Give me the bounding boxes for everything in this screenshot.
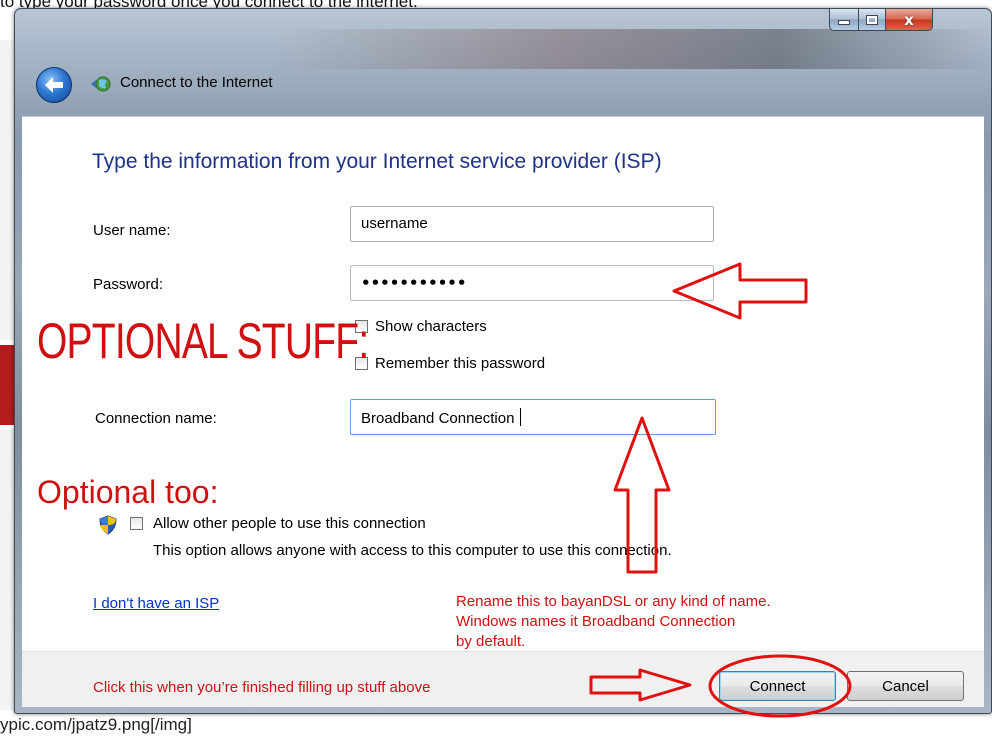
connection-name-field[interactable]: Broadband Connection <box>350 399 716 435</box>
close-icon: x <box>904 10 914 29</box>
password-label: Password: <box>93 276 164 293</box>
password-field-value: ••••••••••• <box>361 274 467 292</box>
annotation-optional-stuff: OPTIONAL STUFF: <box>37 313 369 369</box>
show-characters-label: Show characters <box>375 318 487 335</box>
minimize-button[interactable] <box>829 9 859 31</box>
network-globe-icon <box>91 76 111 92</box>
wizard-title: Connect to the Internet <box>120 74 273 91</box>
no-isp-link[interactable]: I don't have an ISP <box>93 595 219 612</box>
annotation-click-hint: Click this when you’re finished filling … <box>93 679 431 696</box>
cancel-button[interactable]: Cancel <box>847 671 964 701</box>
password-field[interactable]: ••••••••••• <box>350 265 714 301</box>
username-field[interactable]: username <box>350 206 714 242</box>
connection-name-field-value: Broadband Connection <box>361 410 515 427</box>
maximize-icon <box>866 14 878 25</box>
connect-button[interactable]: Connect <box>719 671 836 701</box>
annotation-rename-line: Rename this to bayanDSL or any kind of n… <box>456 593 771 610</box>
maximize-button[interactable] <box>858 9 886 31</box>
remember-password-label: Remember this password <box>375 355 546 372</box>
username-label: User name: <box>93 222 171 239</box>
wizard-content-panel <box>22 116 984 652</box>
annotation-optional-too: Optional too: <box>37 474 219 510</box>
back-button[interactable] <box>36 67 72 103</box>
username-field-value: username <box>361 215 428 232</box>
window-frame-decoration <box>275 29 992 69</box>
connection-name-label: Connection name: <box>95 410 217 427</box>
minimize-icon <box>838 20 850 25</box>
annotation-rename-line: by default. <box>456 633 526 650</box>
annotation-rename-line: Windows names it Broadband Connection <box>456 613 736 630</box>
page-heading: Type the information from your Internet … <box>92 150 662 173</box>
uac-shield-icon <box>99 515 117 535</box>
back-arrow-icon <box>45 77 63 93</box>
allow-others-description: This option allows anyone with access to… <box>153 542 672 559</box>
allow-others-label: Allow other people to use this connectio… <box>153 515 426 532</box>
annotation-rename-hint: Rename this to bayanDSL or any kind of n… <box>456 592 771 652</box>
text-caret <box>520 408 522 426</box>
close-button[interactable]: x <box>885 9 933 31</box>
background-page-text: ypic.com/jpatz9.png[/img] <box>0 715 192 734</box>
allow-others-checkbox[interactable] <box>130 517 143 530</box>
